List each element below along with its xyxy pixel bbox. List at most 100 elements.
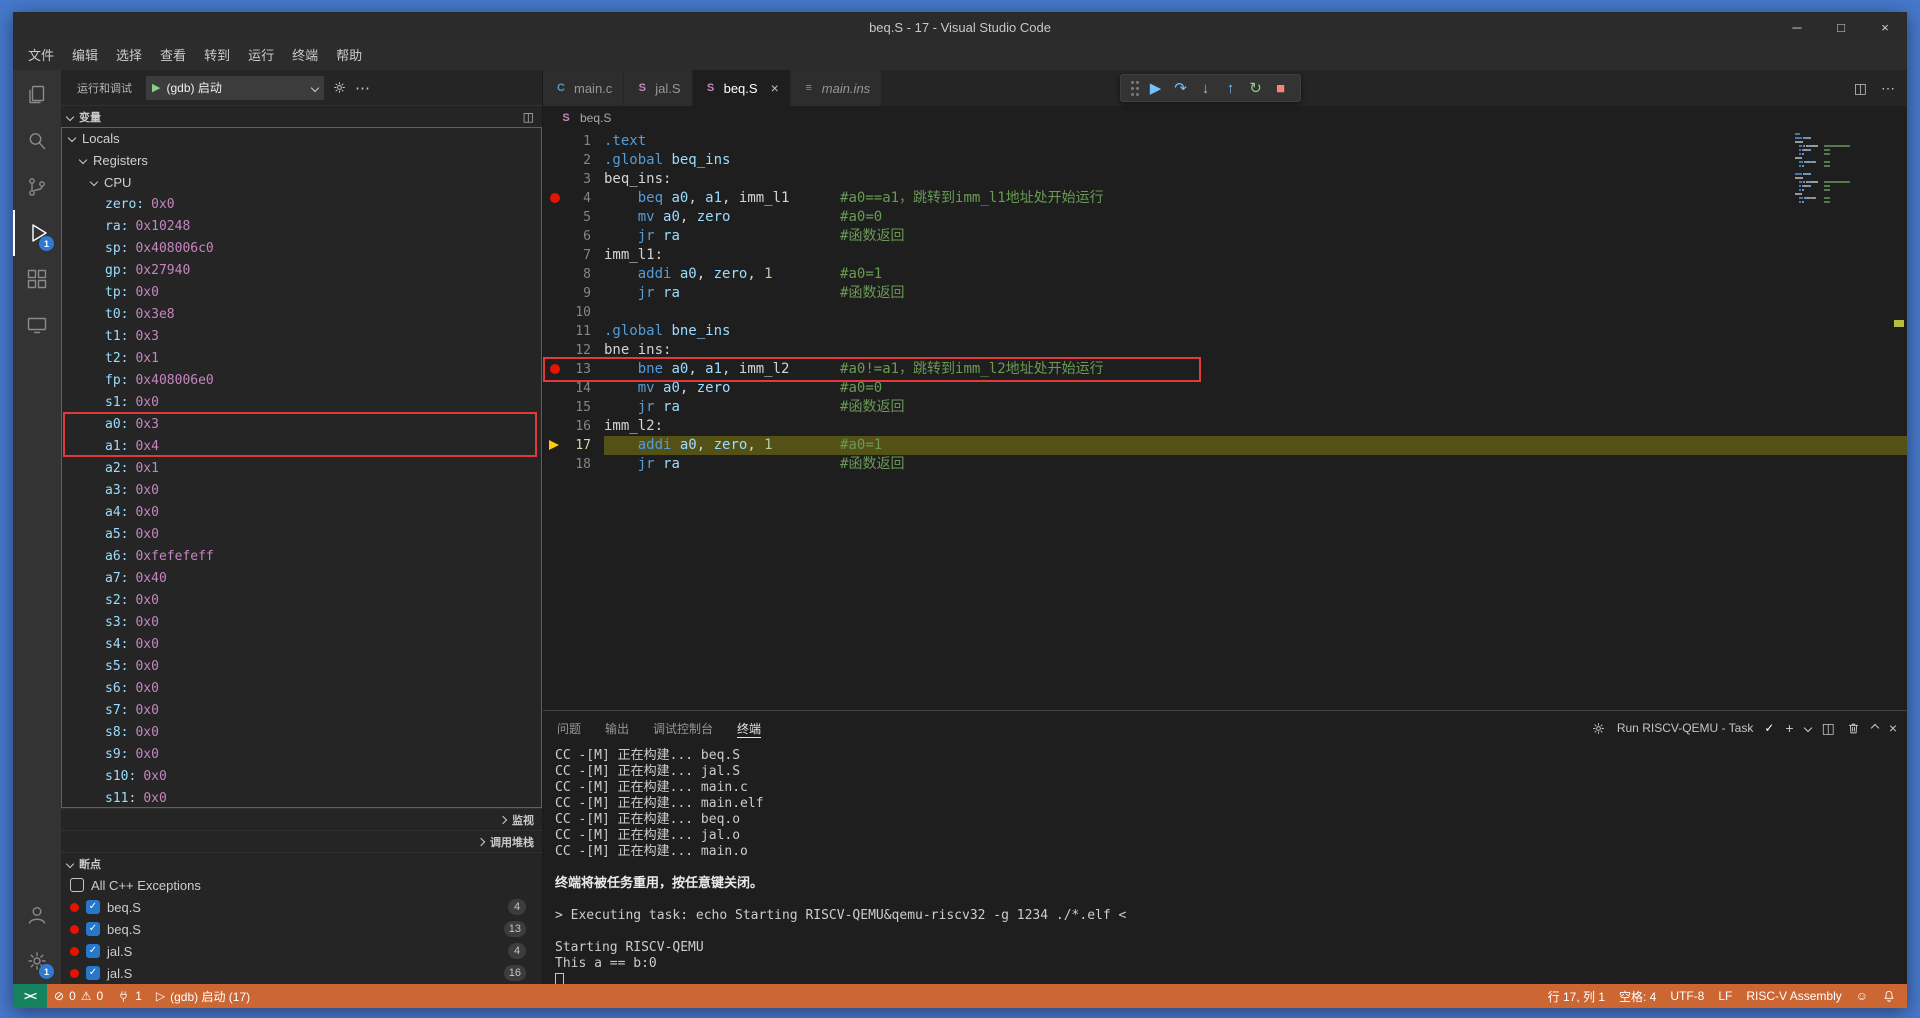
code-text[interactable]: addi a0, zero, 1 #a0=1 (604, 265, 1907, 284)
code-line[interactable]: 9 jr ra #函数返回 (543, 284, 1907, 303)
code-line[interactable]: 10 (543, 303, 1907, 322)
code-line[interactable]: 5 mv a0, zero #a0=0 (543, 208, 1907, 227)
variables-section-header[interactable]: 变量 ◫ (61, 105, 542, 127)
editor-tab[interactable]: ≡main.ins (791, 70, 882, 106)
terminal-dropdown-icon[interactable] (1803, 724, 1811, 732)
register-row[interactable]: ra:0x10248 (61, 215, 542, 237)
eol[interactable]: LF (1711, 984, 1739, 1008)
code-line[interactable]: 7imm_l1: (543, 246, 1907, 265)
register-row[interactable]: sp:0x408006c0 (61, 237, 542, 259)
notifications-bell-icon[interactable] (1875, 984, 1903, 1008)
register-row[interactable]: s10:0x0 (61, 765, 542, 787)
checkbox-checked[interactable]: ✓ (86, 966, 100, 980)
callstack-section-header[interactable]: 调用堆栈 (61, 830, 542, 852)
panel-tab[interactable]: 终端 (725, 711, 773, 745)
code-line[interactable]: 11.global bne_ins (543, 322, 1907, 341)
register-row[interactable]: a6:0xfefefeff (61, 545, 542, 567)
menu-item[interactable]: 编辑 (63, 45, 107, 67)
gutter-glyph[interactable] (543, 379, 569, 398)
step-out-button[interactable]: ↑ (1218, 80, 1243, 97)
register-row[interactable]: gp:0x27940 (61, 259, 542, 281)
panel-tab[interactable]: 问题 (545, 711, 593, 745)
register-row[interactable]: s8:0x0 (61, 721, 542, 743)
code-line[interactable]: 8 addi a0, zero, 1 #a0=1 (543, 265, 1907, 284)
remote-explorer-icon[interactable] (13, 302, 61, 348)
register-row[interactable]: s5:0x0 (61, 655, 542, 677)
restart-button[interactable]: ↻ (1243, 79, 1268, 97)
code-line[interactable]: 18 jr ra #函数返回 (543, 455, 1907, 474)
code-text[interactable]: imm_l2: (604, 417, 1907, 436)
code-text[interactable]: .text (604, 132, 1907, 151)
menu-item[interactable]: 帮助 (327, 45, 371, 67)
code-text[interactable]: mv a0, zero #a0=0 (604, 208, 1907, 227)
more-actions-icon[interactable]: ⋯ (355, 79, 370, 97)
code-line[interactable]: 2.global beq_ins (543, 151, 1907, 170)
exception-breakpoint-row[interactable]: All C++ Exceptions (61, 874, 542, 896)
code-line[interactable]: 12bne_ins: (543, 341, 1907, 360)
cursor-position[interactable]: 行 17, 列 1 (1541, 984, 1612, 1008)
title-bar[interactable]: beq.S - 17 - Visual Studio Code ─ □ × (13, 12, 1907, 42)
register-row[interactable]: a4:0x0 (61, 501, 542, 523)
gutter-glyph[interactable] (543, 322, 569, 341)
run-and-debug-icon[interactable]: 1 (13, 210, 61, 256)
account-icon[interactable] (13, 892, 61, 938)
gutter-glyph[interactable] (543, 265, 569, 284)
scope-row[interactable]: Registers (61, 149, 542, 171)
code-text[interactable]: beq_ins: (604, 170, 1907, 189)
maximize-panel-icon[interactable] (1871, 724, 1879, 732)
problems-status[interactable]: ⊘0 ⚠0 (47, 984, 110, 1008)
register-row[interactable]: a5:0x0 (61, 523, 542, 545)
source-control-icon[interactable] (13, 164, 61, 210)
gutter-glyph[interactable] (543, 189, 569, 208)
close-panel-icon[interactable]: × (1889, 720, 1897, 736)
register-row[interactable]: s9:0x0 (61, 743, 542, 765)
code-text[interactable]: beq a0, a1, imm_l1 #a0==a1，跳转到imm_l1地址处开… (604, 189, 1907, 208)
variables-tree[interactable]: LocalsRegistersCPUzero:0x0ra:0x10248sp:0… (61, 127, 542, 808)
register-row[interactable]: t1:0x3 (61, 325, 542, 347)
checkbox-checked[interactable]: ✓ (86, 900, 100, 914)
code-line[interactable]: 6 jr ra #函数返回 (543, 227, 1907, 246)
breakpoint-row[interactable]: ✓jal.S4 (61, 940, 542, 962)
drag-handle-icon[interactable] (1131, 87, 1134, 90)
code-editor[interactable]: 1.text2.global beq_ins3beq_ins:4 beq a0,… (543, 130, 1907, 710)
close-icon[interactable]: × (1863, 12, 1907, 42)
checkbox-checked[interactable]: ✓ (86, 922, 100, 936)
more-actions-icon[interactable]: ⋯ (1881, 80, 1895, 97)
new-terminal-icon[interactable]: + (1785, 720, 1793, 736)
checkbox-unchecked[interactable] (70, 878, 84, 892)
extensions-icon[interactable] (13, 256, 61, 302)
code-line[interactable]: 3beq_ins: (543, 170, 1907, 189)
register-row[interactable]: s2:0x0 (61, 589, 542, 611)
code-line[interactable]: 1.text (543, 132, 1907, 151)
stop-button[interactable]: ■ (1268, 80, 1293, 97)
code-text[interactable]: .global bne_ins (604, 322, 1907, 341)
close-tab-icon[interactable]: × (771, 80, 779, 96)
code-text[interactable]: mv a0, zero #a0=0 (604, 379, 1907, 398)
continue-button[interactable]: ▶ (1143, 79, 1168, 97)
terminal-output[interactable]: CC -[M] 正在构建... beq.SCC -[M] 正在构建... jal… (543, 745, 1907, 984)
editor-tab[interactable]: Sbeq.S× (693, 70, 791, 106)
step-over-button[interactable]: ↷ (1168, 79, 1193, 97)
debug-session-status[interactable]: ▷ (gdb) 启动 (17) (149, 984, 257, 1008)
breadcrumb[interactable]: S beq.S (543, 106, 1907, 130)
gutter-glyph[interactable] (543, 151, 569, 170)
register-row[interactable]: zero:0x0 (61, 193, 542, 215)
code-text[interactable]: jr ra #函数返回 (604, 227, 1907, 246)
remote-indicator[interactable]: >< (13, 984, 47, 1008)
gutter-glyph[interactable] (543, 170, 569, 189)
register-row[interactable]: t0:0x3e8 (61, 303, 542, 325)
watch-section-header[interactable]: 监视 (61, 808, 542, 830)
code-line[interactable]: 4 beq a0, a1, imm_l1 #a0==a1，跳转到imm_l1地址… (543, 189, 1907, 208)
debug-settings-gear-icon[interactable] (332, 80, 347, 95)
gutter-glyph[interactable] (543, 398, 569, 417)
indentation[interactable]: 空格: 4 (1612, 984, 1663, 1008)
gutter-glyph[interactable] (543, 208, 569, 227)
split-terminal-icon[interactable]: ◫ (1822, 720, 1835, 737)
feedback-icon[interactable]: ☺ (1849, 984, 1875, 1008)
register-row[interactable]: s6:0x0 (61, 677, 542, 699)
code-text[interactable]: jr ra #函数返回 (604, 455, 1907, 474)
editor-tab[interactable]: Cmain.c (543, 70, 624, 106)
kill-terminal-icon[interactable] (1846, 721, 1861, 736)
menu-item[interactable]: 查看 (151, 45, 195, 67)
maximize-icon[interactable]: □ (1819, 12, 1863, 42)
